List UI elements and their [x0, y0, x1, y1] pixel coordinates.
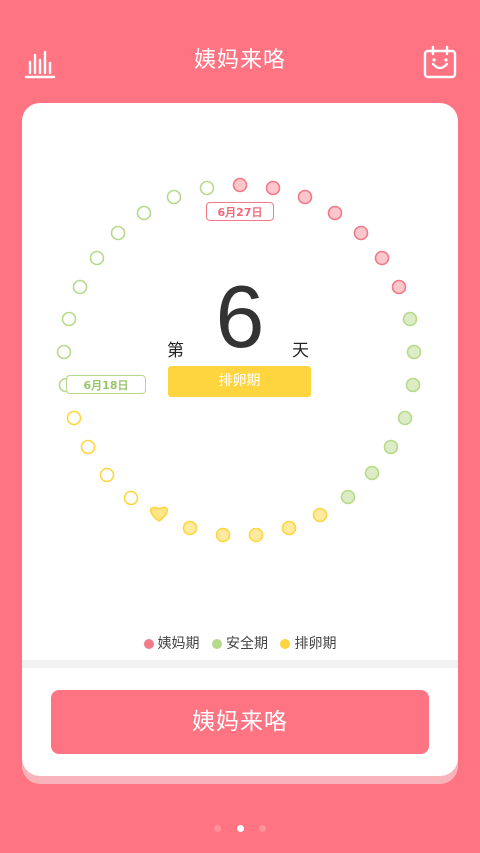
cycle-day-dot[interactable]	[265, 180, 281, 196]
legend-label: 排卵期	[294, 636, 337, 652]
cycle-day-dot[interactable]	[56, 344, 72, 360]
cycle-day-dot[interactable]	[248, 527, 264, 543]
legend: 姨妈期 安全期 排卵期	[22, 633, 458, 653]
cycle-day-dot[interactable]	[123, 490, 139, 506]
cycle-day-dot[interactable]	[110, 225, 126, 241]
calendar-smile-icon[interactable]	[422, 44, 458, 80]
cycle-day-dot[interactable]	[80, 439, 96, 455]
cycle-day-dot[interactable]	[374, 250, 390, 266]
cycle-day-dot[interactable]	[364, 465, 380, 481]
cycle-day-dot[interactable]	[340, 489, 356, 505]
cycle-card: 6月27日 6月18日 第 6 天 排卵期 姨妈期 安全期 排卵期 姨妈来咯	[22, 103, 458, 776]
cycle-day-dot[interactable]	[327, 205, 343, 221]
phase-badge: 排卵期	[168, 366, 311, 397]
cycle-day-dot[interactable]	[182, 520, 198, 536]
day-prefix: 第	[167, 341, 184, 361]
cycle-day-dot[interactable]	[383, 439, 399, 455]
cycle-day-dot[interactable]	[136, 205, 152, 221]
period-start-date-tag: 6月27日	[206, 202, 274, 221]
page-dot[interactable]	[214, 825, 222, 832]
cycle-day-dot[interactable]	[353, 225, 369, 241]
legend-label: 安全期	[226, 636, 268, 652]
divider	[22, 660, 458, 668]
cycle-day-dot[interactable]	[281, 520, 297, 536]
cycle-day-dot[interactable]	[199, 180, 215, 196]
period-dot-icon	[143, 639, 154, 649]
page-title: 姨妈来咯	[193, 48, 286, 73]
cycle-day-dot[interactable]	[312, 507, 328, 523]
safe-start-date-tag: 6月18日	[66, 375, 146, 394]
cycle-day-dot[interactable]	[99, 467, 115, 483]
cycle-day-dot[interactable]	[405, 377, 421, 393]
page-indicator	[0, 817, 480, 836]
cycle-day-dot[interactable]	[89, 250, 105, 266]
app-screen: 姨妈来咯 6月27日 6月18日 第 6 天 排卵期 姨妈期 安全期 排卵期 姨…	[0, 0, 480, 853]
page-dot-active[interactable]	[236, 825, 244, 832]
cycle-day-dot[interactable]	[397, 410, 413, 426]
cycle-day-dot[interactable]	[61, 311, 77, 327]
cycle-day-dot[interactable]	[297, 189, 313, 205]
period-came-button[interactable]: 姨妈来咯	[51, 690, 429, 754]
heart-icon[interactable]	[149, 506, 169, 522]
legend-item-safe: 安全期	[212, 633, 268, 653]
cycle-day-dot[interactable]	[391, 279, 407, 295]
safe-dot-icon	[212, 639, 222, 649]
ovulation-dot-icon	[280, 639, 291, 649]
legend-label: 姨妈期	[157, 636, 200, 652]
cycle-day-dot[interactable]	[406, 344, 422, 360]
cycle-day-dot[interactable]	[215, 527, 231, 543]
cycle-day-dot[interactable]	[72, 279, 88, 295]
cycle-day-dot[interactable]	[232, 177, 248, 193]
cycle-day-dot[interactable]	[166, 189, 182, 205]
cycle-day-dot[interactable]	[402, 311, 418, 327]
legend-item-period: 姨妈期	[143, 633, 200, 653]
day-suffix: 天	[292, 341, 309, 361]
page-dot[interactable]	[258, 825, 266, 832]
cycle-day-dot[interactable]	[66, 410, 82, 426]
legend-item-ovulation: 排卵期	[280, 633, 336, 653]
cycle-day-number: 6	[215, 267, 265, 366]
